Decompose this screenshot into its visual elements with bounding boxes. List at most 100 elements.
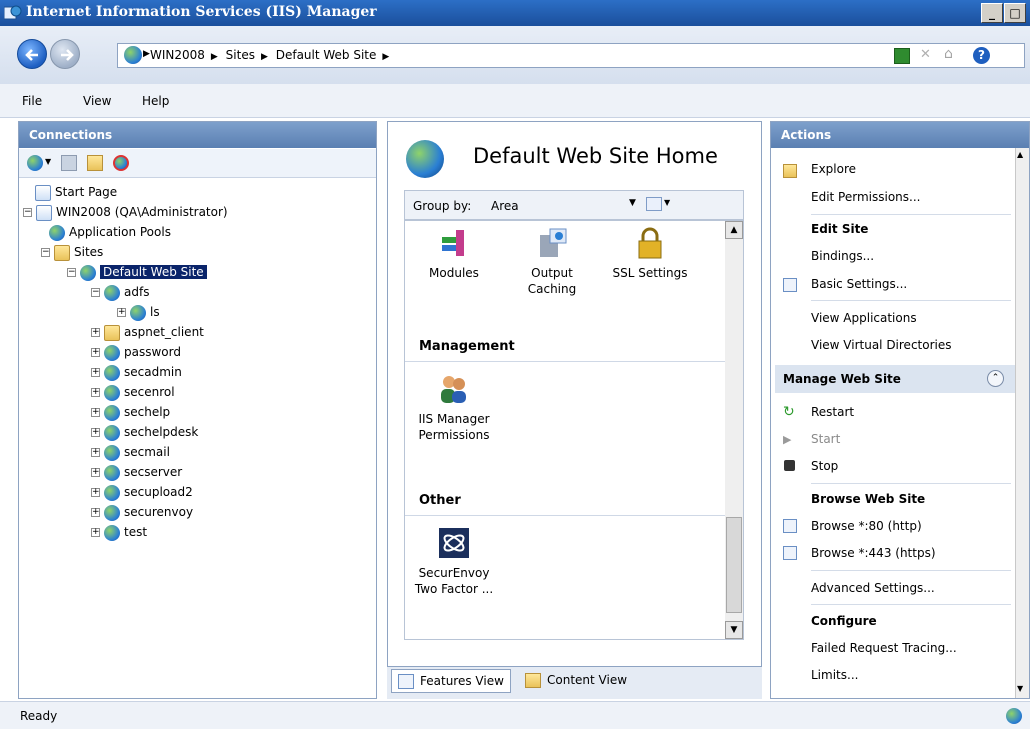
web-app-icon bbox=[104, 484, 120, 501]
features-scrollbar[interactable]: ▲ ▼ bbox=[725, 221, 743, 639]
tree-node[interactable]: − adfs bbox=[91, 282, 149, 302]
collapse-icon[interactable]: − bbox=[67, 268, 76, 277]
tree-node[interactable]: + secupload2 bbox=[91, 482, 193, 502]
menu-view[interactable]: View bbox=[83, 94, 111, 108]
action-view-applications[interactable]: View Applications bbox=[811, 311, 917, 325]
tree-node[interactable]: + sechelp bbox=[91, 402, 170, 422]
tree-node[interactable]: − Default Web Site bbox=[67, 262, 207, 282]
tree-node[interactable]: + test bbox=[91, 522, 147, 542]
action-bindings[interactable]: Bindings... bbox=[811, 249, 874, 263]
expand-icon[interactable]: + bbox=[91, 468, 100, 477]
action-limits[interactable]: Limits... bbox=[811, 668, 858, 682]
minimize-button[interactable]: _ bbox=[981, 3, 1003, 23]
collapse-icon[interactable]: ⌃ bbox=[987, 370, 1004, 387]
collapse-icon[interactable]: − bbox=[91, 288, 100, 297]
tree-node[interactable]: + secadmin bbox=[91, 362, 182, 382]
breadcrumb-items: WIN2008 ▶ Sites ▶ Default Web Site ▶ bbox=[150, 48, 393, 62]
expand-icon[interactable]: + bbox=[91, 388, 100, 397]
tree-node[interactable]: − WIN2008 (QA\Administrator) bbox=[23, 202, 228, 222]
expand-icon[interactable]: + bbox=[91, 448, 100, 457]
features-pane: Default Web Site Home Group by: Area ▼ ▼… bbox=[387, 121, 762, 667]
view-mode-icon[interactable] bbox=[646, 197, 662, 211]
feature-ssl-settings[interactable]: SSL Settings bbox=[605, 227, 695, 281]
action-edit-permissions[interactable]: Edit Permissions... bbox=[811, 190, 920, 204]
crumb-default-web-site[interactable]: Default Web Site bbox=[276, 48, 377, 62]
tree-node[interactable]: + securenvoy bbox=[91, 502, 193, 522]
manage-web-site-header[interactable]: Manage Web Site ⌃ bbox=[775, 365, 1015, 393]
expand-icon[interactable]: + bbox=[91, 528, 100, 537]
action-browse-443[interactable]: Browse *:443 (https) bbox=[811, 546, 936, 560]
chevron-down-icon[interactable]: ▼ bbox=[45, 157, 51, 166]
tree-node[interactable]: − Sites bbox=[41, 242, 103, 262]
expand-icon[interactable]: + bbox=[91, 488, 100, 497]
tree-node[interactable]: Start Page bbox=[35, 182, 117, 202]
help-icon[interactable]: ? bbox=[973, 47, 990, 64]
action-view-virtual-directories[interactable]: View Virtual Directories bbox=[811, 338, 952, 352]
tree-node[interactable]: + aspnet_client bbox=[91, 322, 204, 342]
menu-help[interactable]: Help bbox=[142, 94, 169, 108]
action-browse-80[interactable]: Browse *:80 (http) bbox=[811, 519, 922, 533]
tree-node-label: securenvoy bbox=[124, 505, 194, 519]
feature-securenvoy[interactable]: SecurEnvoy Two Factor ... bbox=[409, 527, 499, 597]
tree-node[interactable]: + password bbox=[91, 342, 181, 362]
tree-node[interactable]: + secenrol bbox=[91, 382, 175, 402]
tree-node[interactable]: + ls bbox=[117, 302, 160, 322]
maximize-button[interactable]: □ bbox=[1004, 3, 1026, 23]
connect-icon[interactable] bbox=[27, 155, 43, 171]
expand-icon[interactable]: + bbox=[91, 428, 100, 437]
action-restart[interactable]: Restart bbox=[811, 405, 854, 419]
crumb-win2008[interactable]: WIN2008 bbox=[150, 48, 205, 62]
view-mode-dropdown-icon[interactable]: ▼ bbox=[664, 198, 670, 207]
actions-scrollbar[interactable]: ▲ ▼ bbox=[1015, 148, 1029, 698]
action-advanced-settings[interactable]: Advanced Settings... bbox=[811, 581, 935, 595]
status-text: Ready bbox=[20, 709, 58, 723]
action-explore[interactable]: Explore bbox=[811, 162, 856, 176]
tree-node-label: secenrol bbox=[124, 385, 175, 399]
browse-icon bbox=[783, 546, 797, 560]
refresh-icon[interactable] bbox=[894, 48, 910, 64]
action-stop[interactable]: Stop bbox=[811, 459, 838, 473]
scrollbar-thumb[interactable] bbox=[726, 517, 742, 613]
action-failed-request-tracing[interactable]: Failed Request Tracing... bbox=[811, 641, 957, 655]
disconnect-icon[interactable] bbox=[113, 155, 129, 171]
collapse-icon[interactable]: − bbox=[23, 208, 32, 217]
tree-node[interactable]: + secmail bbox=[91, 442, 170, 462]
scroll-up-icon[interactable]: ▲ bbox=[725, 221, 743, 239]
iis-manager-icon bbox=[3, 4, 22, 21]
status-bar: Ready bbox=[0, 701, 1030, 729]
scroll-up-icon[interactable]: ▲ bbox=[1017, 150, 1023, 159]
feature-iis-manager-permissions[interactable]: IIS Manager Permissions bbox=[409, 373, 499, 443]
home-icon[interactable]: ⌂ bbox=[944, 47, 960, 63]
group-by-dropdown-icon[interactable]: ▼ bbox=[629, 198, 636, 208]
action-basic-settings[interactable]: Basic Settings... bbox=[811, 277, 907, 291]
feature-modules[interactable]: Modules bbox=[409, 227, 499, 281]
scroll-down-icon[interactable]: ▼ bbox=[1017, 684, 1023, 693]
expand-icon[interactable]: + bbox=[91, 368, 100, 377]
group-by-select[interactable]: Area bbox=[491, 199, 519, 213]
tab-label: Content View bbox=[547, 673, 628, 687]
tab-content-view[interactable]: Content View bbox=[519, 669, 633, 693]
scroll-down-icon[interactable]: ▼ bbox=[725, 621, 743, 639]
forward-button[interactable] bbox=[50, 39, 80, 69]
expand-icon[interactable]: + bbox=[117, 308, 126, 317]
expand-icon[interactable]: + bbox=[91, 508, 100, 517]
expand-icon[interactable]: + bbox=[91, 348, 100, 357]
back-button[interactable] bbox=[17, 39, 47, 69]
stop-icon[interactable]: ✕ bbox=[920, 48, 936, 64]
tree-node[interactable]: + sechelpdesk bbox=[91, 422, 198, 442]
expand-icon[interactable]: + bbox=[91, 328, 100, 337]
crumb-sites[interactable]: Sites bbox=[226, 48, 255, 62]
tree-node[interactable]: Application Pools bbox=[49, 222, 171, 242]
content-view-icon bbox=[525, 673, 541, 688]
menu-file[interactable]: File bbox=[22, 94, 42, 108]
connections-header: Connections bbox=[19, 122, 376, 148]
save-icon[interactable] bbox=[61, 155, 77, 171]
feature-output-caching[interactable]: Output Caching bbox=[507, 227, 597, 297]
basic-settings-icon bbox=[783, 278, 797, 292]
action-start[interactable]: Start bbox=[811, 432, 840, 446]
tab-features-view[interactable]: Features View bbox=[391, 669, 511, 693]
up-level-icon[interactable] bbox=[87, 155, 103, 171]
tree-node[interactable]: + secserver bbox=[91, 462, 182, 482]
collapse-icon[interactable]: − bbox=[41, 248, 50, 257]
expand-icon[interactable]: + bbox=[91, 408, 100, 417]
